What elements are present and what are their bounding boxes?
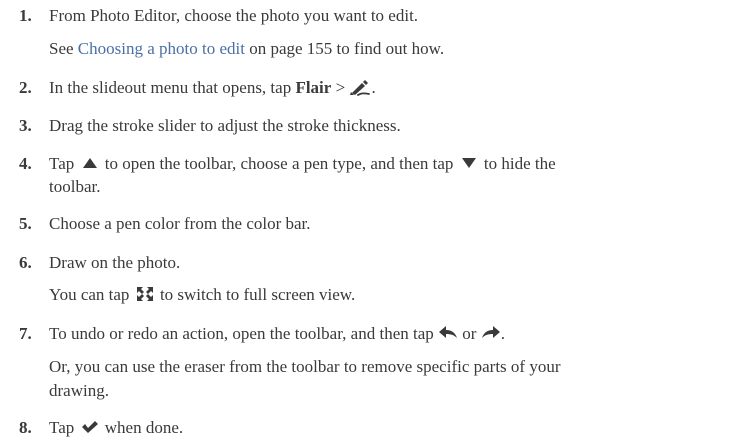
choosing-photo-link[interactable]: Choosing a photo to edit [78, 39, 245, 58]
step-text: Choose a pen color from the color bar. [49, 214, 311, 233]
checkmark-icon [81, 420, 99, 434]
step-subtext: See Choosing a photo to edit on page 155… [49, 39, 445, 58]
redo-icon [481, 326, 501, 340]
undo-icon [438, 326, 458, 340]
step-text: Tap to open the toolbar, choose a pen ty… [49, 154, 556, 173]
step-text-continued: toolbar. [49, 177, 101, 196]
step-number: 3. [19, 116, 32, 135]
step-text: Draw on the photo. [49, 253, 181, 272]
step-number: 7. [19, 324, 32, 343]
step-subtext-continued: drawing. [49, 381, 109, 400]
step-text: From Photo Editor, choose the photo you … [49, 6, 419, 25]
instruction-steps: 1. From Photo Editor, choose the photo y… [0, 0, 730, 444]
step-number: 5. [19, 214, 32, 233]
step-text: Tap when done. [49, 418, 184, 437]
pen-draw-icon [349, 78, 371, 96]
step-number: 8. [19, 418, 32, 437]
step-number: 6. [19, 253, 32, 272]
step-text: Drag the stroke slider to adjust the str… [49, 116, 401, 135]
fullscreen-icon [136, 286, 154, 302]
step-number: 1. [19, 6, 32, 25]
step-subtext: Or, you can use the eraser from the tool… [49, 357, 561, 376]
step-number: 2. [19, 78, 32, 97]
triangle-up-icon [82, 157, 98, 169]
step-text: To undo or redo an action, open the tool… [49, 324, 505, 343]
step-number: 4. [19, 154, 32, 173]
step-text: In the slideout menu that opens, tap Fla… [49, 78, 376, 97]
step-subtext: You can tap to switch to full screen vie… [49, 285, 356, 304]
triangle-down-icon [461, 157, 477, 169]
